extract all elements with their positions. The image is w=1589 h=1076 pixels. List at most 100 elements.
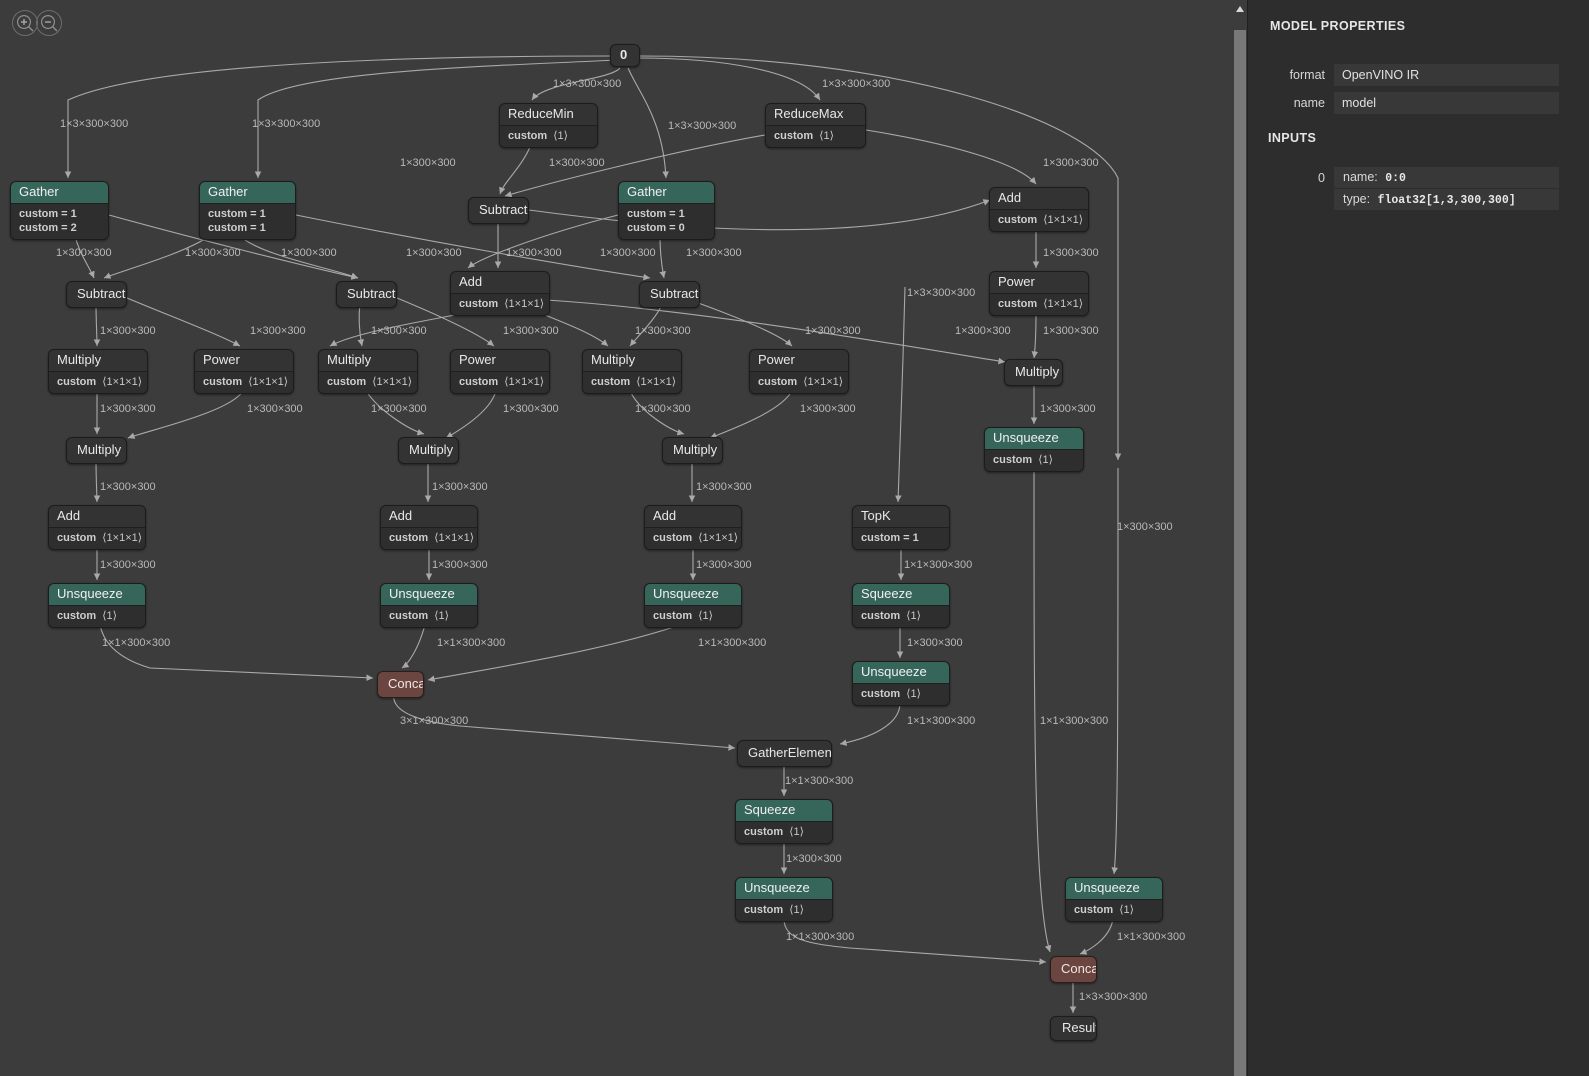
- node-gather-3-attr-0: custom = 1: [627, 208, 685, 220]
- node-squeeze-mid[interactable]: Squeeze custom ⟨1⟩: [735, 799, 833, 844]
- node-gather-1-attr-1: custom = 2: [19, 222, 77, 234]
- edge-subtop-addright: [528, 199, 991, 231]
- node-multiply-3-attr-0: custom ⟨1×1×1⟩: [591, 376, 677, 388]
- property-value-format[interactable]: OpenVINO IR: [1334, 64, 1559, 86]
- node-gather-1-title: Gather: [11, 182, 108, 204]
- node-power-right-1-title: Power: [990, 272, 1088, 294]
- edge-label: 1×3×300×300: [822, 78, 891, 90]
- node-add-3-attr-0: custom ⟨1×1×1⟩: [653, 532, 739, 544]
- node-gather-1[interactable]: Gather custom = 1 custom = 2: [10, 181, 109, 240]
- edge-powr-mulr: [1031, 312, 1039, 359]
- scroll-up-arrow-icon[interactable]: [1233, 2, 1247, 14]
- node-unsqueeze-2-attr-0: custom ⟨1⟩: [389, 610, 449, 622]
- node-unsqueeze-right-1[interactable]: Unsqueeze custom ⟨1⟩: [984, 427, 1084, 472]
- node-unsqueeze-5[interactable]: Unsqueeze custom ⟨1⟩: [735, 877, 833, 922]
- edge-label: 1×300×300: [100, 481, 156, 493]
- input-type-row[interactable]: type: float32[1,3,300,300]: [1334, 189, 1559, 210]
- edge-label: 1×1×300×300: [102, 637, 171, 649]
- node-multiply-6[interactable]: Multiply: [662, 437, 723, 464]
- edge-label: 1×300×300: [506, 247, 562, 259]
- node-gather-2[interactable]: Gather custom = 1 custom = 1: [199, 181, 296, 240]
- node-unsqueeze-1[interactable]: Unsqueeze custom ⟨1⟩: [48, 583, 146, 628]
- graph-canvas[interactable]: 0 ReduceMin custom ⟨1⟩ ReduceMax custom ⟨1⟩ G…: [0, 0, 1233, 1076]
- node-subtract-2[interactable]: Subtract: [336, 281, 397, 308]
- node-subtract-3[interactable]: Subtract: [639, 281, 700, 308]
- node-add-2[interactable]: Add custom ⟨1×1×1⟩: [380, 505, 478, 550]
- node-reducemax-attr-0: custom ⟨1⟩: [774, 130, 834, 142]
- edge-unsq3-concat: [427, 624, 681, 683]
- node-squeeze-mid-attributes: custom ⟨1⟩: [736, 822, 832, 843]
- edge-label: 1×300×300: [185, 247, 241, 259]
- input-type-value: float32[1,3,300,300]: [1377, 194, 1516, 207]
- input-node-0[interactable]: 0: [610, 44, 640, 67]
- node-unsqueeze-1-attr-0: custom ⟨1⟩: [57, 610, 117, 622]
- node-gather-2-attributes: custom = 1 custom = 1: [200, 204, 295, 239]
- node-unsqueeze-4[interactable]: Unsqueeze custom ⟨1⟩: [852, 661, 950, 706]
- node-unsqueeze-6[interactable]: Unsqueeze custom ⟨1⟩: [1065, 877, 1163, 922]
- edge-input-gather3: [627, 67, 669, 179]
- node-concat-1[interactable]: Concat: [377, 671, 424, 698]
- edge-label: 1×300×300: [686, 247, 742, 259]
- edge-unsq6-concat2: [1079, 918, 1114, 955]
- node-multiply-2-attributes: custom ⟨1×1×1⟩: [319, 372, 417, 393]
- edge-mul4-add1: [93, 458, 101, 503]
- edge-unsq2-concat: [401, 624, 426, 669]
- node-multiply-2[interactable]: Multiply custom ⟨1×1×1⟩: [318, 349, 418, 394]
- node-multiply-3[interactable]: Multiply custom ⟨1×1×1⟩: [582, 349, 682, 394]
- node-reducemin[interactable]: ReduceMin custom ⟨1⟩: [499, 103, 598, 148]
- node-add-right-1[interactable]: Add custom ⟨1×1×1⟩: [989, 187, 1089, 232]
- node-squeeze-right-attributes: custom ⟨1⟩: [853, 606, 949, 627]
- zoom-out-icon[interactable]: [36, 10, 62, 36]
- node-unsqueeze-3-attributes: custom ⟨1⟩: [645, 606, 741, 627]
- node-multiply-1[interactable]: Multiply custom ⟨1×1×1⟩: [48, 349, 148, 394]
- node-topk-title: TopK: [853, 506, 949, 528]
- node-multiply-5[interactable]: Multiply: [398, 437, 459, 464]
- node-add-3[interactable]: Add custom ⟨1×1×1⟩: [644, 505, 742, 550]
- node-power-2[interactable]: Power custom ⟨1×1×1⟩: [450, 349, 550, 394]
- node-unsqueeze-4-attr-0: custom ⟨1⟩: [861, 688, 921, 700]
- edge-label: 1×300×300: [406, 247, 462, 259]
- node-power-1-attributes: custom ⟨1×1×1⟩: [195, 372, 293, 393]
- netron-window: 0 ReduceMin custom ⟨1⟩ ReduceMax custom ⟨1⟩ G…: [0, 0, 1589, 1076]
- node-unsqueeze-5-title: Unsqueeze: [736, 878, 832, 900]
- zoom-in-icon[interactable]: [12, 10, 38, 36]
- edge-sub2-mul2: [357, 302, 364, 347]
- node-power-right-1[interactable]: Power custom ⟨1×1×1⟩: [989, 271, 1089, 316]
- node-subtract-top[interactable]: Subtract: [468, 197, 529, 224]
- edge-label: 1×300×300: [100, 325, 156, 337]
- node-topk[interactable]: TopK custom = 1: [852, 505, 950, 550]
- node-result[interactable]: Result: [1050, 1016, 1097, 1041]
- vertical-scrollbar[interactable]: [1233, 0, 1248, 1076]
- node-unsqueeze-4-title: Unsqueeze: [853, 662, 949, 684]
- node-add-center-attributes: custom ⟨1×1×1⟩: [451, 294, 549, 315]
- edge-label: 1×1×300×300: [907, 715, 976, 727]
- menu-icon[interactable]: [0, 10, 8, 32]
- node-squeeze-right[interactable]: Squeeze custom ⟨1⟩: [852, 583, 950, 628]
- node-add-center[interactable]: Add custom ⟨1×1×1⟩: [450, 271, 550, 316]
- node-add-1[interactable]: Add custom ⟨1×1×1⟩: [48, 505, 146, 550]
- edge-label: 1×300×300: [1043, 157, 1099, 169]
- property-value-name[interactable]: model: [1334, 92, 1559, 114]
- node-unsqueeze-5-attr-0: custom ⟨1⟩: [744, 904, 804, 916]
- node-multiply-4[interactable]: Multiply: [66, 437, 127, 464]
- node-power-1[interactable]: Power custom ⟨1×1×1⟩: [194, 349, 294, 394]
- edge-label: 1×300×300: [800, 403, 856, 415]
- node-power-3[interactable]: Power custom ⟨1×1×1⟩: [749, 349, 849, 394]
- node-unsqueeze-6-attributes: custom ⟨1⟩: [1066, 900, 1162, 921]
- node-unsqueeze-3[interactable]: Unsqueeze custom ⟨1⟩: [644, 583, 742, 628]
- input-name-row[interactable]: name: 0:0: [1334, 167, 1559, 188]
- edge-pow2-mul5: [445, 390, 497, 439]
- node-unsqueeze-2[interactable]: Unsqueeze custom ⟨1⟩: [380, 583, 478, 628]
- node-reducemin-title: ReduceMin: [500, 104, 597, 126]
- node-gatherelements[interactable]: GatherElements: [737, 740, 832, 767]
- node-squeeze-right-title: Squeeze: [853, 584, 949, 606]
- node-reducemax-title: ReduceMax: [766, 104, 865, 126]
- scrollbar-thumb[interactable]: [1234, 30, 1246, 1076]
- node-multiply-right[interactable]: Multiply: [1004, 359, 1063, 386]
- node-subtract-1[interactable]: Subtract: [66, 281, 127, 308]
- node-concat-2[interactable]: Concat: [1050, 956, 1097, 983]
- node-gather-3[interactable]: Gather custom = 1 custom = 0: [618, 181, 715, 240]
- node-subtract-top-title: Subtract: [479, 202, 528, 217]
- node-reducemax[interactable]: ReduceMax custom ⟨1⟩: [765, 103, 866, 148]
- property-label-format: format: [1289, 68, 1325, 82]
